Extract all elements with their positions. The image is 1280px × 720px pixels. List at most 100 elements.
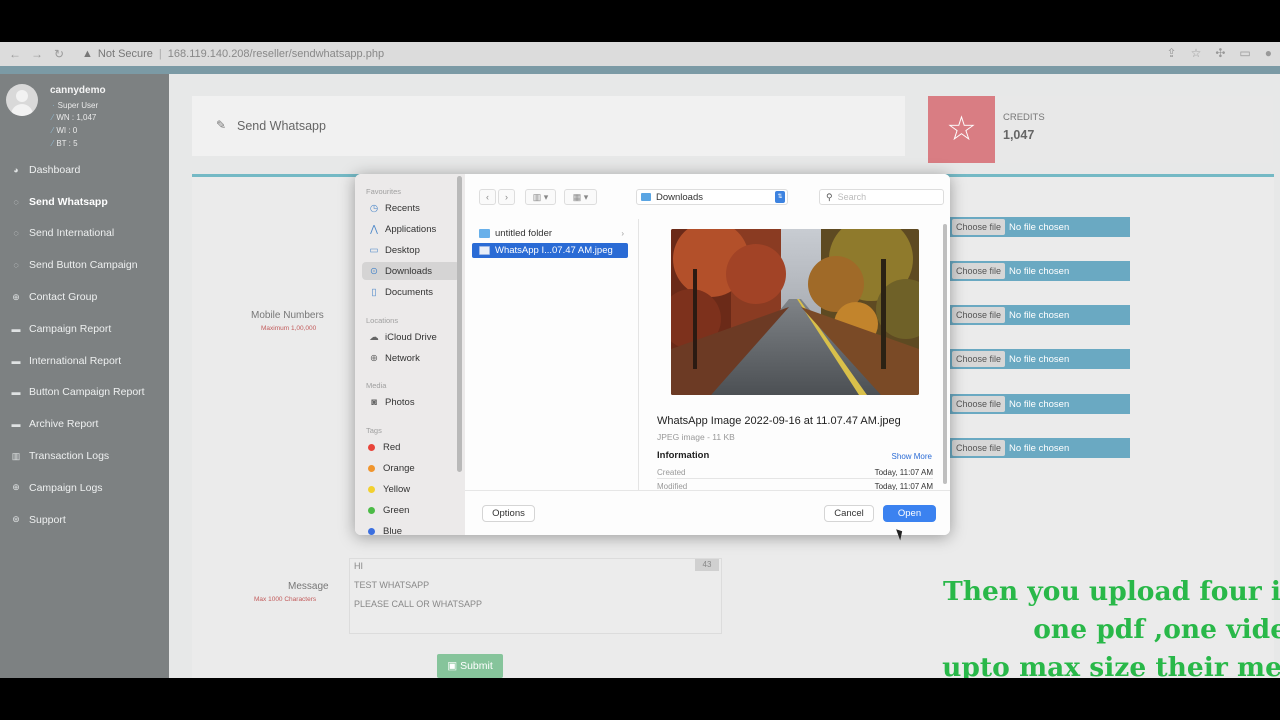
tag-red[interactable]: Red [368, 440, 400, 454]
file-input[interactable]: Choose file No file chosen [950, 349, 1130, 369]
share-icon[interactable]: ⇪ [1167, 46, 1177, 60]
forward-icon[interactable]: → [30, 47, 44, 61]
modified-row: Modified Today, 11:07 AM [657, 482, 933, 490]
show-more-link[interactable]: Show More [892, 452, 932, 461]
choose-file-button[interactable]: Choose file [952, 219, 1006, 235]
options-button[interactable]: Options [482, 505, 535, 522]
tag-orange[interactable]: Orange [368, 461, 415, 475]
file-status: No file chosen [1009, 442, 1070, 454]
sidebar-item-send-button-campaign[interactable]: ◌ Send Button Campaign [0, 249, 169, 281]
sidebar-nav: ◕ Dashboard ◌ Send Whatsapp ◌ Send Internatio… [0, 154, 169, 536]
back-icon[interactable]: ← [8, 47, 22, 61]
tag-yellow[interactable]: Yellow [368, 482, 410, 496]
column-divider[interactable] [638, 219, 639, 490]
view-columns-button[interactable]: ▥ ▾ [525, 189, 556, 205]
downloads-icon: ⊙ [370, 265, 378, 277]
sidebar-item-campaign-report[interactable]: ▬ Campaign Report [0, 313, 169, 345]
tag-blue[interactable]: Blue [368, 524, 402, 535]
tag-label: Yellow [383, 483, 411, 495]
whatsapp-icon: ◌ [13, 196, 19, 207]
file-row[interactable]: untitled folder › [472, 226, 628, 241]
forward-button[interactable]: › [498, 189, 515, 205]
page-header: ✎ Send Whatsapp [192, 96, 905, 156]
signal-icon: ⁄ [52, 126, 54, 135]
search-placeholder: Search [837, 192, 867, 202]
sidebar-location-network[interactable]: ⊕ Network [362, 349, 460, 367]
message-label: Message [288, 581, 329, 592]
sidebar-item-transaction-logs[interactable]: ▥ Transaction Logs [0, 440, 169, 472]
sidebar-location-desktop[interactable]: ▭ Desktop [362, 241, 460, 259]
sidepanel-icon[interactable]: ▭ [1239, 46, 1250, 60]
file-open-dialog: Favourites ◷ Recents ⋀ Applications ▭ Desktop… [355, 174, 950, 535]
sidebar-item-international-report[interactable]: ▬ International Report [0, 345, 169, 377]
sidebar-location-documents[interactable]: ▯ Documents [362, 283, 460, 301]
choose-file-button[interactable]: Choose file [952, 307, 1006, 323]
message-textarea[interactable]: HI TEST WHATSAPP PLEASE CALL OR WHATSAPP… [349, 558, 722, 634]
file-input[interactable]: Choose file No file chosen [950, 394, 1130, 414]
folder-icon [641, 193, 651, 201]
lifebuoy-icon: ⊛ [12, 514, 20, 525]
user-stat-label: BT : 5 [56, 139, 78, 148]
file-row[interactable]: WhatsApp I...07.47 AM.jpeg [472, 243, 628, 258]
location-label: Downloads [656, 191, 703, 203]
cancel-button[interactable]: Cancel [824, 505, 874, 522]
folder-icon: ▬ [11, 323, 21, 334]
sidebar-location-photos[interactable]: ◙ Photos [362, 393, 460, 411]
file-input[interactable]: Choose file No file chosen [950, 217, 1130, 237]
open-button[interactable]: Open [883, 505, 936, 522]
search-icon: ⚲ [826, 191, 833, 202]
sidebar-item-label: Contact Group [29, 291, 98, 304]
user-role-label: Super User [57, 101, 99, 110]
location-select[interactable]: Downloads ⇅ [636, 189, 788, 205]
location-label: Network [385, 352, 420, 364]
sidebar-item-dashboard[interactable]: ◕ Dashboard [0, 154, 169, 186]
choose-file-button[interactable]: Choose file [952, 263, 1006, 279]
extensions-icon[interactable]: ✣ [1215, 46, 1225, 60]
sidebar-item-campaign-logs[interactable]: ⊕ Campaign Logs [0, 472, 169, 504]
submit-button[interactable]: ▣ Submit [437, 654, 503, 678]
location-label: Desktop [385, 244, 420, 256]
sidebar-item-support[interactable]: ⊛ Support [0, 504, 169, 536]
choose-file-button[interactable]: Choose file [952, 440, 1006, 456]
sidebar-item-archive-report[interactable]: ▬ Archive Report [0, 408, 169, 440]
cloud-icon: ☁ [369, 331, 379, 343]
sidebar-item-send-international[interactable]: ◌ Send International [0, 218, 169, 250]
chevron-right-icon: › [621, 229, 624, 238]
file-input[interactable]: Choose file No file chosen [950, 305, 1130, 325]
columns-icon: ▥ ▾ [532, 191, 549, 202]
file-input[interactable]: Choose file No file chosen [950, 438, 1130, 458]
status-dot-icon: · [52, 101, 55, 110]
user-profile: cannydemo · Super User ⁄ WN : 1,047 ⁄ WI : … [0, 74, 169, 154]
sidebar-location-recents[interactable]: ◷ Recents [362, 199, 460, 217]
file-input[interactable]: Choose file No file chosen [950, 261, 1130, 281]
back-button[interactable]: ‹ [479, 189, 496, 205]
search-input[interactable]: ⚲ Search [819, 189, 944, 205]
location-label: Applications [385, 223, 437, 235]
sidebar-location-icloud-drive[interactable]: ☁ iCloud Drive [362, 328, 460, 346]
sidebar-scrollbar[interactable] [457, 176, 462, 472]
preview-scrollbar[interactable] [943, 224, 947, 484]
location-label: Recents [385, 202, 420, 214]
sidebar-location-applications[interactable]: ⋀ Applications [362, 220, 460, 238]
choose-file-button[interactable]: Choose file [952, 351, 1006, 367]
message-line: HI [354, 561, 363, 571]
bookmark-star-icon[interactable]: ☆ [1191, 46, 1202, 60]
view-grid-button[interactable]: ▦ ▾ [564, 189, 597, 205]
profile-icon[interactable]: ● [1265, 46, 1272, 60]
sidebar-location-downloads[interactable]: ⊙ Downloads [362, 262, 460, 280]
message-line: TEST WHATSAPP [354, 580, 430, 590]
reload-icon[interactable]: ↻ [52, 47, 66, 61]
user-stat: ⁄ BT : 5 [52, 139, 78, 148]
video-caption: Then you upload four images , one pdf ,o… [904, 573, 1280, 678]
sidebar-item-send-whatsapp[interactable]: ◌ Send Whatsapp [0, 186, 169, 218]
tag-green[interactable]: Green [368, 503, 409, 517]
tag-label: Blue [383, 525, 403, 536]
tag-color-dot-icon [368, 443, 375, 451]
choose-file-button[interactable]: Choose file [952, 396, 1006, 412]
sidebar-item-contact-group[interactable]: ⊕ Contact Group [0, 281, 169, 313]
address-separator: | [158, 48, 162, 60]
address-bar[interactable]: 168.119.140.208/reseller/sendwhatsapp.ph… [168, 48, 384, 60]
message-hint: Max 1000 Characters [254, 596, 317, 603]
sidebar-item-button-campaign-report[interactable]: ▬ Button Campaign Report [0, 377, 169, 409]
created-row: Created Today, 11:07 AM [657, 468, 933, 477]
